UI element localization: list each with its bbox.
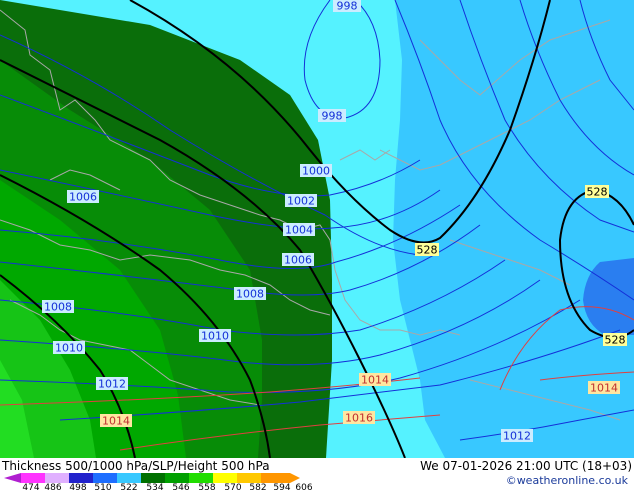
isobar-label: 1014: [359, 373, 391, 387]
colorbar-tick: 510: [94, 483, 111, 490]
isobar-label: 1016: [343, 411, 375, 425]
colorbar-swatch: [141, 473, 165, 483]
colorbar-swatch: [237, 473, 261, 483]
colorbar-swatch: [69, 473, 93, 483]
colorbar-swatch: [189, 473, 213, 483]
svg-text:998: 998: [322, 110, 343, 123]
isobar-label: 1012: [501, 429, 533, 443]
isobar-label: 1004: [283, 223, 315, 237]
svg-text:1006: 1006: [284, 254, 312, 267]
colorbar-tick: 474: [22, 483, 39, 490]
colorbar-swatch: [93, 473, 117, 483]
weather-map: 998 998 1000 1002 1004 1006 1006 1008 10…: [0, 0, 634, 490]
svg-text:1014: 1014: [590, 382, 618, 395]
colorbar-tick: 546: [172, 483, 189, 490]
svg-text:1014: 1014: [102, 415, 130, 428]
map-title: Thickness 500/1000 hPa/SLP/Height 500 hP…: [1, 459, 270, 473]
map-canvas: 998 998 1000 1002 1004 1006 1006 1008 10…: [0, 0, 634, 490]
isobar-label: 998: [333, 0, 361, 13]
svg-text:528: 528: [587, 186, 608, 199]
isobar-label: 1014: [588, 381, 620, 395]
svg-text:1000: 1000: [302, 165, 330, 178]
colorbar-tick: 594: [273, 483, 290, 490]
isobar-label: 1008: [234, 287, 266, 301]
colorbar-swatch: [165, 473, 189, 483]
svg-text:1016: 1016: [345, 412, 373, 425]
colorbar-tick: 558: [198, 483, 215, 490]
isobar-label: 1000: [300, 164, 332, 178]
isobar-label: 1006: [282, 253, 314, 267]
colorbar-swatch: [117, 473, 141, 483]
svg-text:1008: 1008: [236, 288, 264, 301]
colorbar-swatch: [45, 473, 69, 483]
colorbar-tick: 498: [69, 483, 86, 490]
svg-text:1014: 1014: [361, 374, 389, 387]
isobar-label: 1014: [100, 414, 132, 428]
height-label: 528: [603, 333, 627, 347]
height-label: 528: [585, 185, 609, 199]
colorbar-tick: 582: [249, 483, 266, 490]
colorbar-swatch: [21, 473, 45, 483]
isobar-label: 1002: [285, 194, 317, 208]
colorbar: 474 486 498 510 522 534 546 558 570 582 …: [4, 473, 313, 490]
svg-text:1010: 1010: [201, 330, 229, 343]
isobar-label: 1010: [53, 341, 85, 355]
colorbar-tick: 522: [120, 483, 137, 490]
isobar-label: 1012: [96, 377, 128, 391]
colorbar-tick: 486: [44, 483, 61, 490]
height-label: 528: [415, 243, 439, 257]
svg-text:1010: 1010: [55, 342, 83, 355]
svg-text:1012: 1012: [503, 430, 531, 443]
svg-text:528: 528: [605, 334, 626, 347]
svg-text:998: 998: [337, 0, 358, 13]
svg-text:1006: 1006: [69, 191, 97, 204]
isobar-label: 1006: [67, 190, 99, 204]
colorbar-tick: 534: [146, 483, 163, 490]
isobar-label: 1010: [199, 329, 231, 343]
isobar-label: 1008: [42, 300, 74, 314]
colorbar-swatch: [213, 473, 237, 483]
colorbar-tick: 606: [295, 483, 312, 490]
svg-text:528: 528: [417, 244, 438, 257]
colorbar-tick: 570: [224, 483, 241, 490]
svg-text:1004: 1004: [285, 224, 313, 237]
credit-text: ©weatheronline.co.uk: [506, 474, 629, 487]
isobar-label: 998: [318, 109, 346, 123]
svg-text:1008: 1008: [44, 301, 72, 314]
valid-time: We 07-01-2026 21:00 UTC (18+03): [420, 459, 632, 473]
svg-text:1002: 1002: [287, 195, 315, 208]
svg-text:1012: 1012: [98, 378, 126, 391]
